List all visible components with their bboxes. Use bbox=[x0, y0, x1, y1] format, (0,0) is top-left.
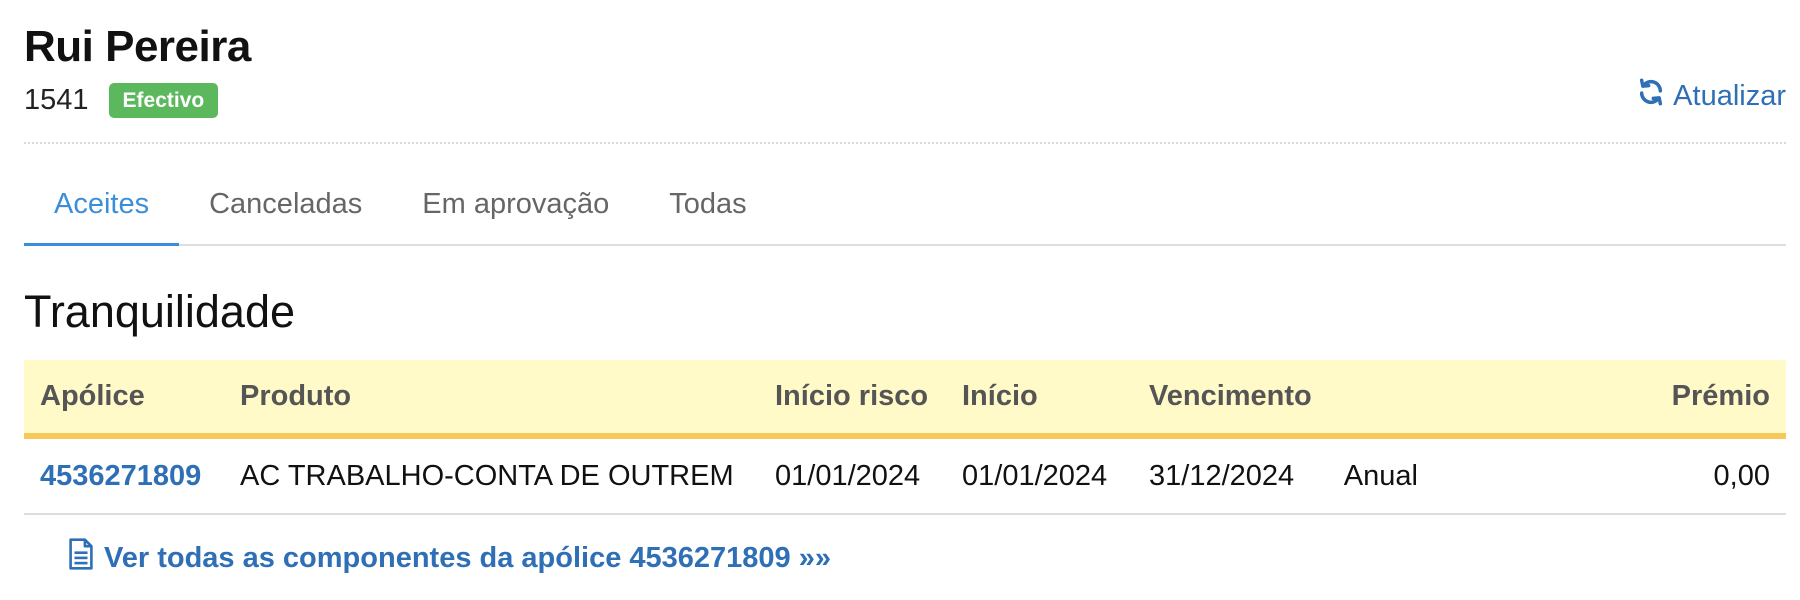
column-header-inicio-risco: Início risco bbox=[759, 360, 946, 439]
policy-table: Apólice Produto Início risco Início Venc… bbox=[24, 360, 1786, 515]
document-icon bbox=[68, 538, 94, 578]
client-id: 1541 bbox=[24, 83, 89, 116]
insurer-title: Tranquilidade bbox=[24, 286, 296, 337]
refresh-button[interactable]: Atualizar bbox=[1637, 78, 1786, 114]
client-meta: 1541 Efectivo bbox=[24, 80, 219, 120]
tab-canceladas[interactable]: Canceladas bbox=[179, 178, 392, 246]
column-header-apolice: Apólice bbox=[24, 360, 224, 439]
policy-tabs: Aceites Canceladas Em aprovação Todas bbox=[24, 178, 1786, 246]
column-header-periodicidade bbox=[1327, 360, 1458, 439]
cell-premio: 0,00 bbox=[1457, 436, 1786, 515]
cell-produto: AC TRABALHO-CONTA DE OUTREM bbox=[224, 436, 759, 515]
header-divider bbox=[24, 142, 1786, 144]
column-header-premio: Prémio bbox=[1457, 360, 1786, 439]
view-components-label: Ver todas as componentes da apólice 4536… bbox=[104, 541, 831, 574]
cell-inicio-risco: 01/01/2024 bbox=[759, 436, 946, 515]
policy-number-link[interactable]: 4536271809 bbox=[40, 460, 201, 492]
status-badge: Efectivo bbox=[108, 82, 219, 118]
cell-vencimento: 31/12/2024 bbox=[1133, 436, 1328, 515]
client-name: Rui Pereira bbox=[24, 22, 251, 71]
refresh-label: Atualizar bbox=[1673, 79, 1786, 112]
tab-todas[interactable]: Todas bbox=[639, 178, 776, 246]
tab-em-aprovacao[interactable]: Em aprovação bbox=[392, 178, 639, 246]
tab-aceites[interactable]: Aceites bbox=[24, 178, 180, 246]
cell-apolice: 4536271809 bbox=[24, 436, 224, 515]
cell-inicio: 01/01/2024 bbox=[946, 436, 1133, 515]
column-header-vencimento: Vencimento bbox=[1133, 360, 1328, 439]
view-components-link[interactable]: Ver todas as componentes da apólice 4536… bbox=[68, 538, 831, 578]
table-row: 4536271809 AC TRABALHO-CONTA DE OUTREM 0… bbox=[24, 436, 1786, 515]
column-header-produto: Produto bbox=[224, 360, 759, 439]
cell-periodicidade: Anual bbox=[1327, 436, 1458, 515]
column-header-inicio: Início bbox=[946, 360, 1133, 439]
table-header-row: Apólice Produto Início risco Início Venc… bbox=[24, 360, 1786, 439]
policies-page: Rui Pereira 1541 Efectivo Atualizar Acei… bbox=[0, 0, 1800, 600]
refresh-icon bbox=[1637, 78, 1665, 114]
